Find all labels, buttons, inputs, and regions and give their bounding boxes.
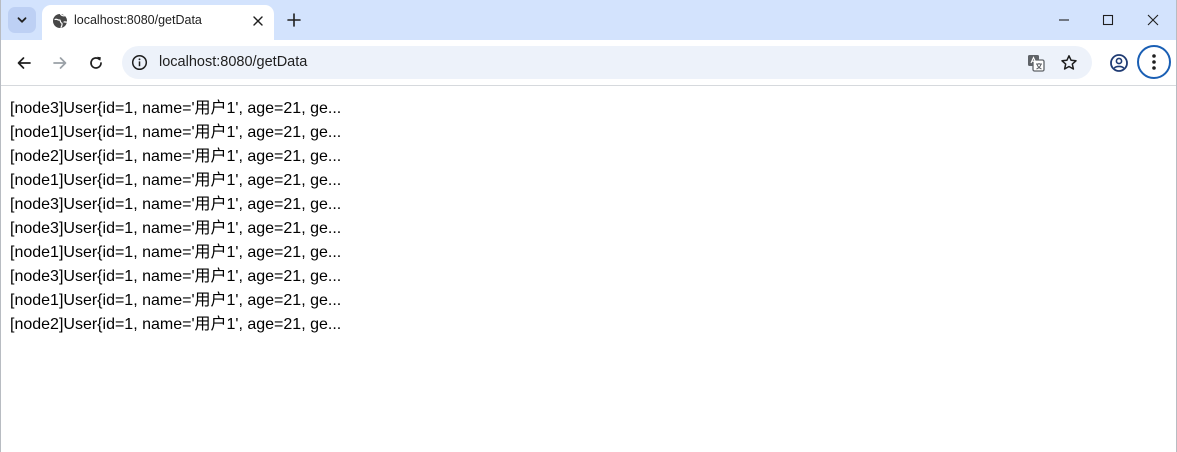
response-line: [node2]User{id=1, name='用户1', age=21, ge… — [10, 316, 342, 333]
globe-icon — [53, 13, 68, 28]
translate-icon — [1028, 55, 1045, 72]
minimize-icon — [1059, 19, 1069, 21]
translate-button[interactable] — [1025, 52, 1047, 74]
close-icon — [1147, 14, 1159, 26]
profile-button[interactable] — [1105, 49, 1133, 77]
arrow-right-icon — [53, 57, 67, 69]
chevron-down-icon — [17, 17, 27, 23]
response-line: [node1]User{id=1, name='用户1', age=21, ge… — [10, 124, 342, 141]
tab-active[interactable]: localhost:8080/getData — [42, 5, 274, 40]
maximize-icon — [1102, 14, 1114, 26]
tab-close-button[interactable] — [249, 12, 267, 30]
more-vert-icon — [1152, 54, 1156, 70]
tab-title: localhost:8080/getData — [74, 13, 202, 27]
address-bar[interactable]: localhost:8080/getData — [122, 46, 1092, 79]
response-line: [node1]User{id=1, name='用户1', age=21, ge… — [10, 172, 342, 189]
close-window-button[interactable] — [1139, 6, 1167, 34]
browser-window: localhost:8080/getData localhost:8080/ge… — [0, 0, 1177, 452]
response-line: [node3]User{id=1, name='用户1', age=21, ge… — [10, 220, 342, 237]
new-tab-button[interactable] — [283, 9, 305, 31]
close-icon — [253, 16, 263, 26]
tab-strip: localhost:8080/getData — [1, 0, 1176, 40]
minimize-button[interactable] — [1050, 6, 1078, 34]
arrow-left-icon — [17, 57, 31, 69]
reload-button[interactable] — [82, 49, 110, 77]
tab-search-button[interactable] — [8, 7, 36, 33]
browser-toolbar: localhost:8080/getData — [1, 40, 1176, 86]
url-text[interactable]: localhost:8080/getData — [159, 54, 307, 70]
back-button[interactable] — [10, 49, 38, 77]
account-circle-icon — [1110, 54, 1128, 72]
response-line: [node1]User{id=1, name='用户1', age=21, ge… — [10, 244, 342, 261]
reload-icon — [90, 56, 102, 69]
browser-menu-button[interactable] — [1137, 45, 1171, 79]
response-line: [node2]User{id=1, name='用户1', age=21, ge… — [10, 148, 342, 165]
star-icon — [1061, 55, 1077, 70]
maximize-button[interactable] — [1094, 6, 1122, 34]
plus-icon — [287, 13, 301, 27]
response-line: [node3]User{id=1, name='用户1', age=21, ge… — [10, 268, 342, 285]
forward-button[interactable] — [46, 49, 74, 77]
response-lines: [node3]User{id=1, name='用户1', age=21, ge… — [10, 97, 341, 337]
response-line: [node1]User{id=1, name='用户1', age=21, ge… — [10, 292, 342, 309]
bookmark-button[interactable] — [1058, 52, 1080, 74]
response-line: [node3]User{id=1, name='用户1', age=21, ge… — [10, 100, 342, 117]
response-line: [node3]User{id=1, name='用户1', age=21, ge… — [10, 196, 342, 213]
site-info-icon[interactable] — [131, 54, 148, 71]
page-content: [node3]User{id=1, name='用户1', age=21, ge… — [1, 87, 1176, 452]
